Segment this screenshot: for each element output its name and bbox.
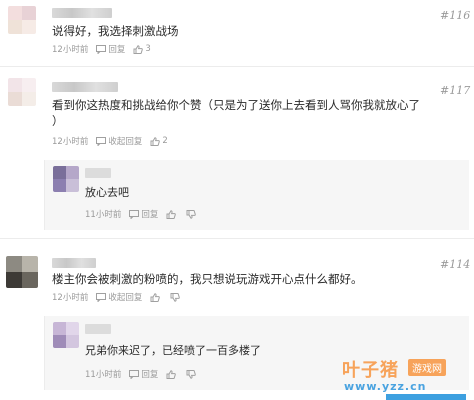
- timestamp: 11小时前: [85, 370, 122, 380]
- like-icon[interactable]: [166, 369, 177, 379]
- timestamp: 12小时前: [52, 45, 89, 55]
- timestamp: 11小时前: [85, 210, 122, 220]
- divider: [0, 238, 474, 239]
- reply-button[interactable]: 回复: [141, 368, 158, 380]
- like-icon[interactable]: [150, 136, 161, 146]
- dislike-icon[interactable]: [170, 292, 181, 302]
- avatar[interactable]: [6, 256, 38, 288]
- reply-button[interactable]: 回复: [141, 208, 158, 220]
- like-count: 3: [145, 44, 151, 54]
- reply-icon[interactable]: [129, 209, 140, 219]
- reply-icon[interactable]: [96, 44, 107, 54]
- floor-number: #114: [440, 258, 471, 271]
- avatar[interactable]: [8, 78, 36, 106]
- username-blurred[interactable]: [52, 82, 118, 92]
- like-icon[interactable]: [133, 44, 144, 54]
- comment-meta: 12小时前 回复 3: [52, 43, 151, 55]
- site-watermark-logo: 叶子猪 游戏网 www.yzz.cn: [342, 356, 468, 400]
- username-blurred[interactable]: [52, 8, 112, 18]
- like-icon[interactable]: [166, 209, 177, 219]
- reply-button[interactable]: 回复: [108, 43, 125, 55]
- comment-text-line2: ）: [52, 114, 64, 128]
- comment-116: #116 说得好，我选择刺激战场 12小时前 回复 3: [0, 0, 474, 64]
- dislike-icon[interactable]: [186, 209, 197, 219]
- avatar[interactable]: [53, 322, 79, 348]
- comment-text: 说得好，我选择刺激战场: [52, 24, 179, 38]
- reply-meta: 11小时前 回复: [85, 368, 198, 380]
- reply-icon[interactable]: [96, 292, 107, 302]
- timestamp: 12小时前: [52, 293, 89, 303]
- watermark-bar: [386, 394, 466, 400]
- comment-117: #117 看到你这热度和挑战给你个赞（只是为了送你上去看到人骂你我就放心了 ） …: [0, 70, 474, 160]
- comment-text: 楼主你会被刺激的粉喷的，我只想说玩游戏开心点什么都好。: [52, 272, 363, 286]
- dislike-icon[interactable]: [186, 369, 197, 379]
- watermark-title: 叶子猪: [342, 360, 399, 381]
- reply-text: 放心去吧: [85, 186, 129, 199]
- floor-number: #117: [440, 84, 471, 97]
- username-blurred[interactable]: [85, 324, 111, 334]
- like-count: 2: [162, 136, 168, 146]
- reply-icon[interactable]: [96, 136, 107, 146]
- floor-number: #116: [440, 9, 471, 22]
- divider: [0, 66, 474, 67]
- avatar[interactable]: [8, 6, 36, 34]
- comment-meta: 12小时前 收起回复 2: [52, 135, 168, 147]
- watermark-url: www.yzz.cn: [344, 380, 427, 393]
- avatar[interactable]: [53, 166, 79, 192]
- timestamp: 12小时前: [52, 137, 89, 147]
- reply-item: 放心去吧 11小时前 回复: [44, 160, 469, 230]
- comment-meta: 12小时前 收起回复: [52, 291, 182, 303]
- like-icon[interactable]: [150, 292, 161, 302]
- comment-114: #114 楼主你会被刺激的粉喷的，我只想说玩游戏开心点什么都好。 12小时前 收…: [0, 244, 474, 303]
- reply-icon[interactable]: [129, 369, 140, 379]
- reply-text: 兄弟你来迟了，已经喷了一百多楼了: [85, 344, 261, 357]
- collapse-replies-button[interactable]: 收起回复: [108, 291, 142, 303]
- collapse-replies-button[interactable]: 收起回复: [108, 135, 142, 147]
- username-blurred[interactable]: [85, 168, 111, 178]
- username-blurred[interactable]: [52, 258, 96, 268]
- comment-text-line1: 看到你这热度和挑战给你个赞（只是为了送你上去看到人骂你我就放心了: [52, 98, 420, 112]
- watermark-badge: 游戏网: [408, 359, 446, 376]
- reply-meta: 11小时前 回复: [85, 208, 198, 220]
